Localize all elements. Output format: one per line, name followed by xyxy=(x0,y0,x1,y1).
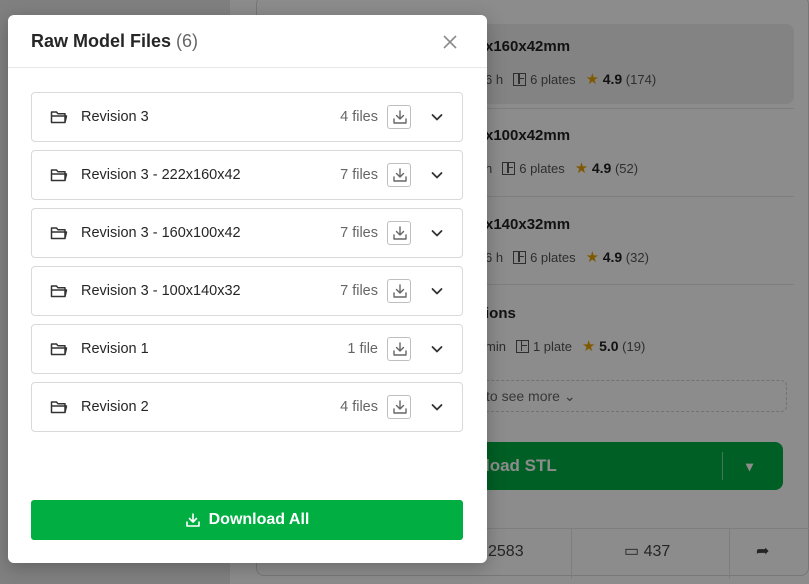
download-folder-button[interactable] xyxy=(387,221,411,245)
download-icon xyxy=(393,400,407,414)
folder-name: Revision 3 - 222x160x42 xyxy=(81,167,241,183)
download-icon xyxy=(393,110,407,124)
download-folder-button[interactable] xyxy=(387,279,411,303)
folder-name: Revision 3 xyxy=(81,109,149,125)
chevron-down-icon[interactable] xyxy=(428,340,446,358)
folder-name: Revision 3 - 100x140x32 xyxy=(81,283,241,299)
folder-file-count: 7 files xyxy=(340,167,378,183)
download-icon xyxy=(393,168,407,182)
folder-icon xyxy=(50,343,68,356)
chevron-down-icon[interactable] xyxy=(428,224,446,242)
folder-row[interactable]: Revision 2 4 files xyxy=(31,382,463,432)
close-button[interactable] xyxy=(439,31,461,53)
download-icon xyxy=(393,342,407,356)
download-all-button[interactable]: Download All xyxy=(31,500,463,540)
folder-name: Revision 2 xyxy=(81,399,149,415)
download-icon xyxy=(393,284,407,298)
folder-icon xyxy=(50,227,68,240)
download-icon xyxy=(185,513,200,527)
download-all-label: Download All xyxy=(208,511,310,528)
download-folder-button[interactable] xyxy=(387,395,411,419)
folder-icon xyxy=(50,169,68,182)
folder-row[interactable]: Revision 3 4 files xyxy=(31,92,463,142)
folder-name: Revision 3 - 160x100x42 xyxy=(81,225,241,241)
close-icon xyxy=(443,35,457,49)
chevron-down-icon[interactable] xyxy=(428,166,446,184)
folder-row[interactable]: Revision 3 - 100x140x32 7 files xyxy=(31,266,463,316)
dialog-header: Raw Model Files (6) xyxy=(8,15,487,68)
folder-row[interactable]: Revision 1 1 file xyxy=(31,324,463,374)
chevron-down-icon[interactable] xyxy=(428,398,446,416)
dialog-title: Raw Model Files (6) xyxy=(31,31,198,52)
folder-file-count: 7 files xyxy=(340,225,378,241)
dialog-title-text: Raw Model Files xyxy=(31,31,172,51)
folder-file-count: 4 files xyxy=(340,399,378,415)
chevron-down-icon[interactable] xyxy=(428,282,446,300)
folder-icon xyxy=(50,285,68,298)
folder-file-count: 7 files xyxy=(340,283,378,299)
folder-list: Revision 3 4 files Revision 3 - 222x160x42… xyxy=(31,92,463,440)
download-folder-button[interactable] xyxy=(387,105,411,129)
chevron-down-icon[interactable] xyxy=(428,108,446,126)
raw-model-files-dialog: Raw Model Files (6) Revision 34 files Rev… xyxy=(8,15,487,563)
folder-row[interactable]: Revision 3 - 160x100x42 7 files xyxy=(31,208,463,258)
folder-name: Revision 1 xyxy=(81,341,149,357)
download-folder-button[interactable] xyxy=(387,163,411,187)
folder-row[interactable]: Revision 3 - 222x160x42 7 files xyxy=(31,150,463,200)
file-count-badge: (6) xyxy=(176,31,199,51)
folder-file-count: 1 file xyxy=(347,341,378,357)
download-icon xyxy=(393,226,407,240)
folder-file-count: 4 files xyxy=(340,109,378,125)
folder-icon xyxy=(50,111,68,124)
download-folder-button[interactable] xyxy=(387,337,411,361)
folder-icon xyxy=(50,401,68,414)
